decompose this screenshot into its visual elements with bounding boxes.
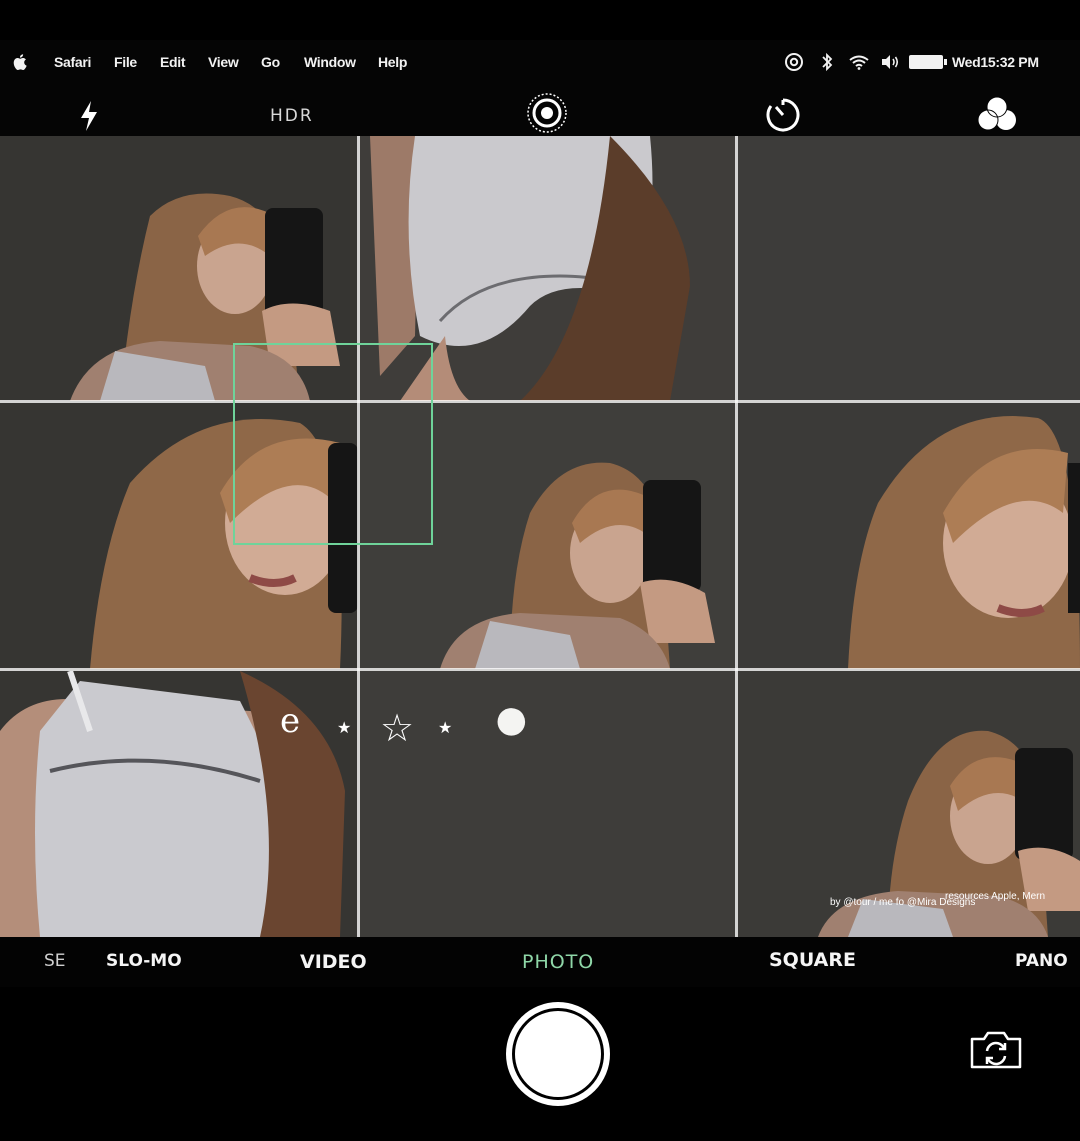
clock[interactable]: Wed15:32 PM bbox=[952, 54, 1039, 70]
credit-line-2: by @tour / me fo @Mira Designs bbox=[830, 897, 976, 908]
timer-icon[interactable] bbox=[764, 96, 802, 134]
camera-flip-icon[interactable] bbox=[968, 1029, 1024, 1071]
doodle-letter: e bbox=[280, 701, 301, 741]
menu-file[interactable]: File bbox=[114, 54, 137, 70]
menu-help[interactable]: Help bbox=[378, 54, 407, 70]
mode-se[interactable]: SE bbox=[44, 951, 66, 971]
grid-line-h1 bbox=[0, 400, 1080, 403]
doodle-star-small: ★ bbox=[337, 720, 352, 737]
menu-bar: Safari File Edit View Go Window Help Wed… bbox=[0, 40, 1080, 86]
doodle-star-outline: ☆ bbox=[380, 708, 415, 750]
viewfinder[interactable]: e ★ ☆ ★ ● resources Apple, Mern by @tour… bbox=[0, 136, 1080, 937]
menu-window[interactable]: Window bbox=[304, 54, 356, 70]
apple-icon[interactable] bbox=[13, 54, 27, 70]
filters-icon[interactable] bbox=[977, 96, 1017, 132]
bluetooth-icon[interactable] bbox=[821, 52, 833, 72]
menu-safari[interactable]: Safari bbox=[54, 54, 91, 70]
shutter-inner-ring bbox=[512, 1008, 604, 1100]
at-icon[interactable] bbox=[784, 52, 804, 72]
mode-slo-mo[interactable]: SLO-MO bbox=[106, 951, 182, 971]
photo-tile-3 bbox=[738, 136, 1080, 401]
doodle-star-tiny: ★ bbox=[438, 720, 453, 737]
doodle-moon: ● bbox=[492, 682, 531, 754]
photo-tile-7 bbox=[0, 671, 358, 937]
menu-edit[interactable]: Edit bbox=[160, 54, 186, 70]
mode-photo[interactable]: PHOTO bbox=[522, 951, 594, 973]
menu-view[interactable]: View bbox=[208, 54, 239, 70]
mode-pano[interactable]: PANO bbox=[1015, 951, 1068, 971]
menu-go[interactable]: Go bbox=[261, 54, 280, 70]
mode-square[interactable]: SQUARE bbox=[769, 949, 856, 971]
mode-video[interactable]: VIDEO bbox=[300, 951, 367, 973]
wifi-icon[interactable] bbox=[848, 54, 870, 70]
shutter-button[interactable] bbox=[506, 1002, 610, 1106]
camera-toolbar: HDR bbox=[0, 86, 1080, 136]
mode-selector: SE SLO-MO VIDEO PHOTO SQUARE PANO bbox=[0, 937, 1080, 987]
volume-icon[interactable] bbox=[880, 54, 900, 70]
grid-line-h2 bbox=[0, 668, 1080, 671]
battery-icon[interactable] bbox=[908, 54, 948, 70]
camera-controls bbox=[0, 987, 1080, 1141]
lightning-icon[interactable] bbox=[78, 100, 100, 132]
grid-line-v2 bbox=[735, 136, 738, 937]
hdr-toggle[interactable]: HDR bbox=[270, 106, 314, 126]
focus-box[interactable] bbox=[233, 343, 433, 545]
photo-tile-6 bbox=[738, 403, 1080, 669]
photo-tile-8 bbox=[360, 671, 736, 937]
live-photo-icon[interactable] bbox=[526, 92, 568, 134]
